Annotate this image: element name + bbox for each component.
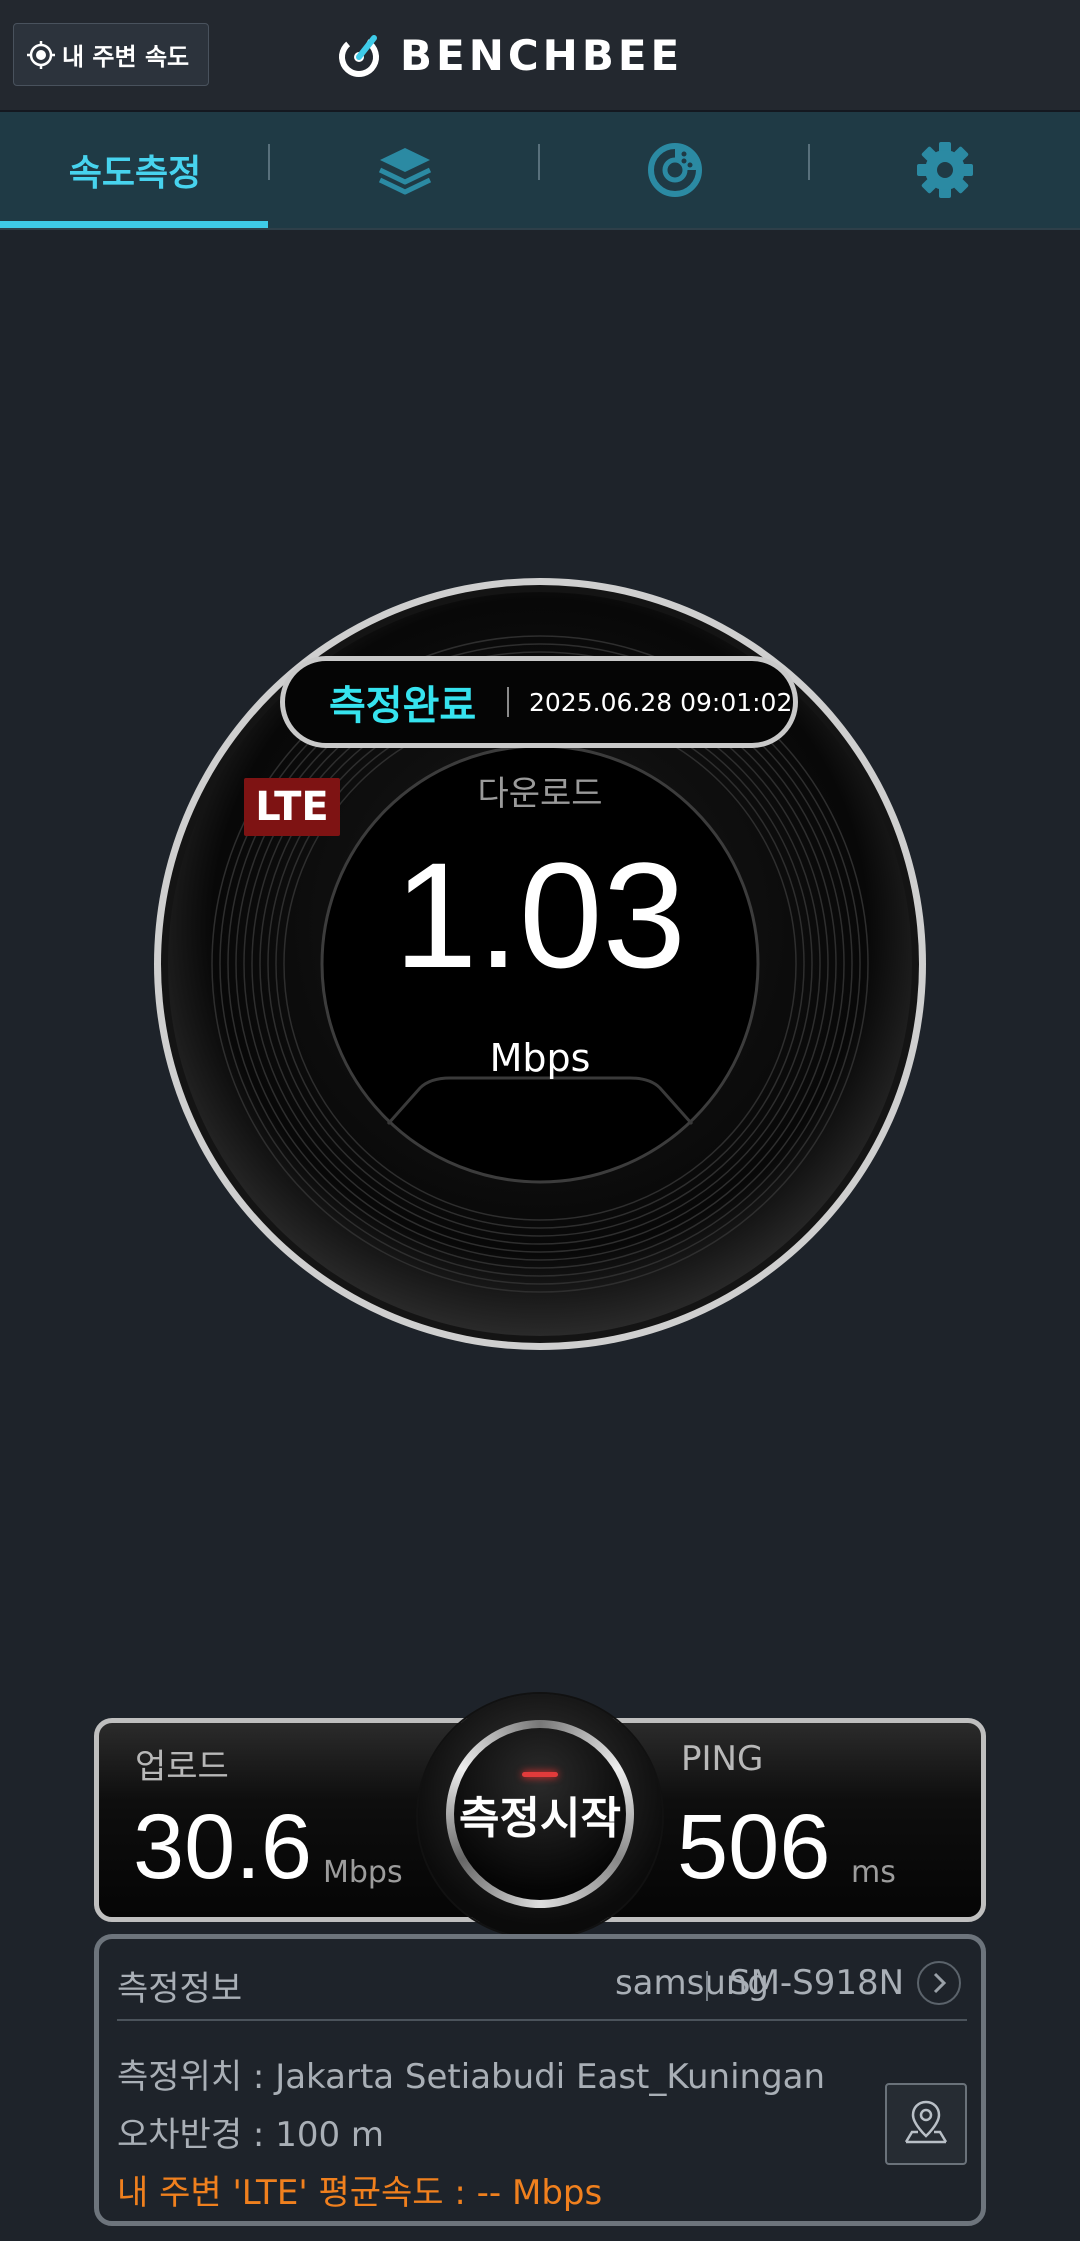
status-pill: 측정완료 2025.06.28 09:01:02	[280, 656, 798, 748]
location-target-icon	[27, 40, 55, 69]
start-test-button[interactable]: 측정시작	[454, 1728, 626, 1900]
device-details-button[interactable]	[917, 1961, 961, 2005]
logo-text: BENCHBEE	[400, 30, 684, 80]
ping-label: PING	[681, 1739, 764, 1779]
info-divider	[706, 1971, 708, 2001]
info-divider-line	[117, 2019, 967, 2021]
stats-icon	[648, 143, 702, 197]
network-type-badge: LTE	[244, 778, 340, 836]
start-test-label: 측정시작	[459, 1793, 621, 1844]
nearby-speed-button[interactable]: 내 주변 속도	[13, 23, 209, 86]
download-unit: Mbps	[489, 1036, 591, 1080]
upload-unit: Mbps	[323, 1855, 403, 1890]
measurement-info-panel: 측정정보 samsung SM-S918N 측정위치 : Jakarta Set…	[94, 1934, 986, 2226]
tab-speed-test-label: 속도측정	[68, 153, 202, 194]
nearby-speed-label: 내 주변 속도	[62, 43, 190, 71]
status-divider	[507, 687, 509, 717]
app-header: 내 주변 속도 BENCHBEE	[0, 0, 1080, 112]
tab-statistics[interactable]	[540, 112, 810, 228]
status-text: 측정완료	[329, 683, 477, 729]
ping-unit: ms	[851, 1855, 896, 1890]
main-tabs: 속도측정	[0, 112, 1080, 230]
map-button[interactable]	[885, 2083, 967, 2165]
benchbee-logo: BENCHBEE	[334, 26, 683, 84]
device-model: SM-S918N	[729, 1963, 905, 2003]
gear-icon	[917, 142, 973, 198]
layers-icon	[378, 148, 432, 195]
error-radius: 오차반경 : 100 m	[117, 2115, 385, 2155]
nearby-average-speed: 내 주변 'LTE' 평균속도 : -- Mbps	[117, 2173, 603, 2213]
start-indicator-light	[522, 1772, 558, 1777]
measurement-location: 측정위치 : Jakarta Setiabudi East_Kuningan	[117, 2057, 826, 2097]
chevron-right-icon	[933, 1972, 947, 1994]
download-label: 다운로드	[477, 774, 603, 814]
download-value: 1.03	[394, 831, 686, 999]
tab-history[interactable]	[270, 112, 540, 228]
map-location-icon	[904, 2100, 948, 2144]
info-title: 측정정보	[117, 1969, 243, 2009]
tab-settings[interactable]	[810, 112, 1080, 228]
upload-label: 업로드	[135, 1747, 229, 1787]
ping-value: 506	[677, 1796, 831, 1898]
upload-value: 30.6	[133, 1796, 313, 1898]
active-tab-indicator	[0, 221, 268, 228]
test-timestamp: 2025.06.28 09:01:02	[529, 687, 793, 717]
tab-speed-test[interactable]: 속도측정	[0, 112, 270, 228]
speedometer-logo-icon	[339, 35, 379, 77]
